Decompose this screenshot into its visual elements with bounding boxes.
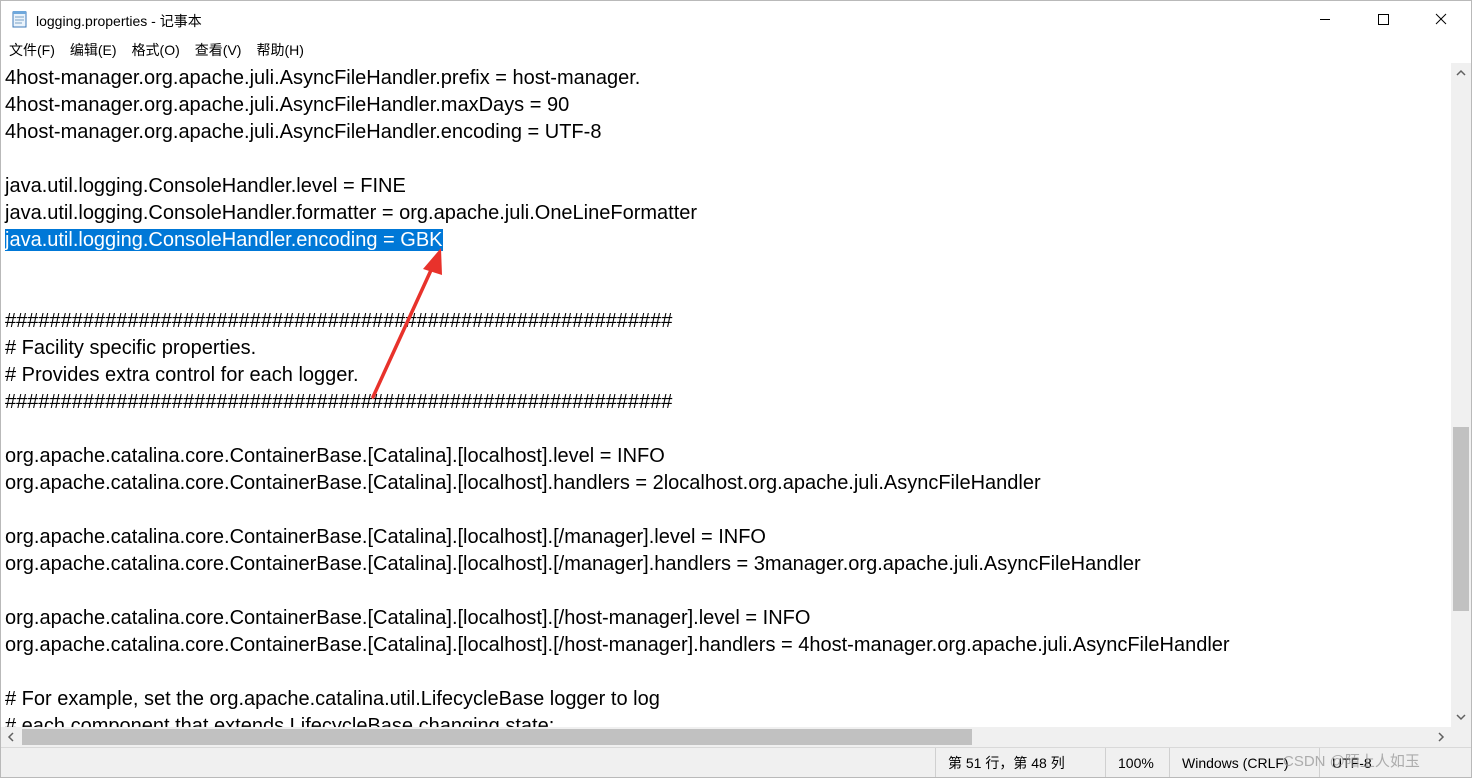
selected-text[interactable]: java.util.logging.ConsoleHandler.encodin… [5, 229, 443, 251]
text-line[interactable]: java.util.logging.ConsoleHandler.formatt… [5, 200, 1230, 227]
scroll-right-button[interactable] [1431, 727, 1451, 747]
text-line[interactable]: org.apache.catalina.core.ContainerBase.[… [5, 443, 1230, 470]
text-line[interactable] [5, 578, 1230, 605]
text-line[interactable]: # each component that extends LifecycleB… [5, 713, 1230, 727]
text-line[interactable] [5, 497, 1230, 524]
text-line[interactable]: org.apache.catalina.core.ContainerBase.[… [5, 470, 1230, 497]
maximize-button[interactable] [1354, 1, 1412, 37]
title-bar[interactable]: logging.properties - 记事本 [1, 1, 1471, 37]
horizontal-scrollbar[interactable] [1, 727, 1451, 747]
chevron-down-icon [1456, 714, 1466, 721]
close-icon [1435, 13, 1447, 25]
maximize-icon [1378, 14, 1389, 25]
close-button[interactable] [1412, 1, 1470, 37]
menu-edit[interactable]: 编辑(E) [62, 37, 124, 63]
text-line[interactable] [5, 146, 1230, 173]
notepad-app-icon [12, 11, 27, 28]
chevron-right-icon [1438, 732, 1445, 742]
text-line[interactable]: # For example, set the org.apache.catali… [5, 686, 1230, 713]
text-line[interactable] [5, 281, 1230, 308]
chevron-up-icon [1456, 69, 1466, 76]
text-line[interactable]: 4host-manager.org.apache.juli.AsyncFileH… [5, 119, 1230, 146]
menu-view[interactable]: 查看(V) [187, 37, 249, 63]
text-line[interactable]: org.apache.catalina.core.ContainerBase.[… [5, 605, 1230, 632]
editor-text[interactable]: 4host-manager.org.apache.juli.AsyncFileH… [5, 65, 1230, 727]
text-line[interactable] [5, 659, 1230, 686]
text-line[interactable]: 4host-manager.org.apache.juli.AsyncFileH… [5, 92, 1230, 119]
minimize-button[interactable] [1296, 1, 1354, 37]
menu-file[interactable]: 文件(F) [1, 37, 62, 63]
text-line[interactable]: java.util.logging.ConsoleHandler.encodin… [5, 227, 1230, 254]
text-line[interactable]: org.apache.catalina.core.ContainerBase.[… [5, 632, 1230, 659]
scroll-down-button[interactable] [1451, 707, 1471, 727]
text-line[interactable]: org.apache.catalina.core.ContainerBase.[… [5, 524, 1230, 551]
horizontal-scroll-thumb[interactable] [22, 729, 972, 745]
text-line[interactable]: 4host-manager.org.apache.juli.AsyncFileH… [5, 65, 1230, 92]
scroll-left-button[interactable] [1, 727, 21, 747]
status-bar: 第 51 行，第 48 列 100% Windows (CRLF) UTF-8 [1, 747, 1471, 777]
text-line[interactable]: # Provides extra control for each logger… [5, 362, 1230, 389]
text-editor-area[interactable]: 4host-manager.org.apache.juli.AsyncFileH… [1, 63, 1451, 727]
minimize-icon [1320, 19, 1330, 20]
scroll-up-button[interactable] [1451, 63, 1471, 83]
menu-format[interactable]: 格式(O) [124, 37, 187, 63]
menu-help[interactable]: 帮助(H) [248, 37, 310, 63]
vertical-scrollbar[interactable] [1451, 63, 1471, 727]
zoom-level: 100% [1105, 748, 1169, 777]
text-line[interactable] [5, 416, 1230, 443]
vertical-scroll-thumb[interactable] [1453, 427, 1469, 611]
scrollbar-corner [1451, 727, 1471, 747]
text-line[interactable] [5, 254, 1230, 281]
chevron-left-icon [7, 732, 14, 742]
text-line[interactable]: # Facility specific properties. [5, 335, 1230, 362]
text-line[interactable]: ########################################… [5, 308, 1230, 335]
window-title: logging.properties - 记事本 [36, 13, 202, 29]
text-line[interactable]: ########################################… [5, 389, 1230, 416]
menu-bar: 文件(F) 编辑(E) 格式(O) 查看(V) 帮助(H) [1, 37, 1471, 63]
watermark: CSDN @陌上人如玉 [1283, 753, 1420, 770]
text-line[interactable]: org.apache.catalina.core.ContainerBase.[… [5, 551, 1230, 578]
notepad-window: logging.properties - 记事本 文件(F) 编辑(E) 格式(… [0, 0, 1472, 778]
text-line[interactable]: java.util.logging.ConsoleHandler.level =… [5, 173, 1230, 200]
